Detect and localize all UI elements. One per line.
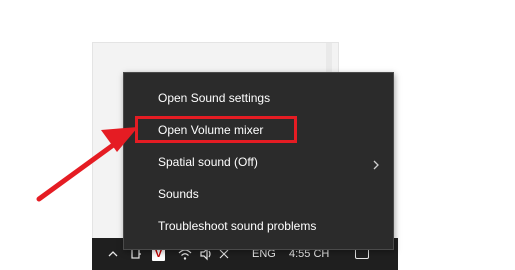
menu-item-open-sound-settings[interactable]: Open Sound settings [124,85,393,111]
menu-item-label: Spatial sound (Off) [158,155,258,169]
sound-context-menu: Open Sound settings Open Volume mixer Sp… [123,72,394,250]
chevron-right-icon [369,155,383,170]
menu-item-label: Sounds [158,187,199,201]
menu-item-spatial-sound[interactable]: Spatial sound (Off) [124,149,393,175]
menu-item-troubleshoot-sound[interactable]: Troubleshoot sound problems [124,213,393,239]
menu-item-sounds[interactable]: Sounds [124,181,393,207]
highlight-box [135,116,297,143]
menu-item-label: Open Sound settings [158,91,271,105]
chevron-up-icon[interactable] [106,247,120,261]
menu-item-label: Troubleshoot sound problems [158,219,317,233]
